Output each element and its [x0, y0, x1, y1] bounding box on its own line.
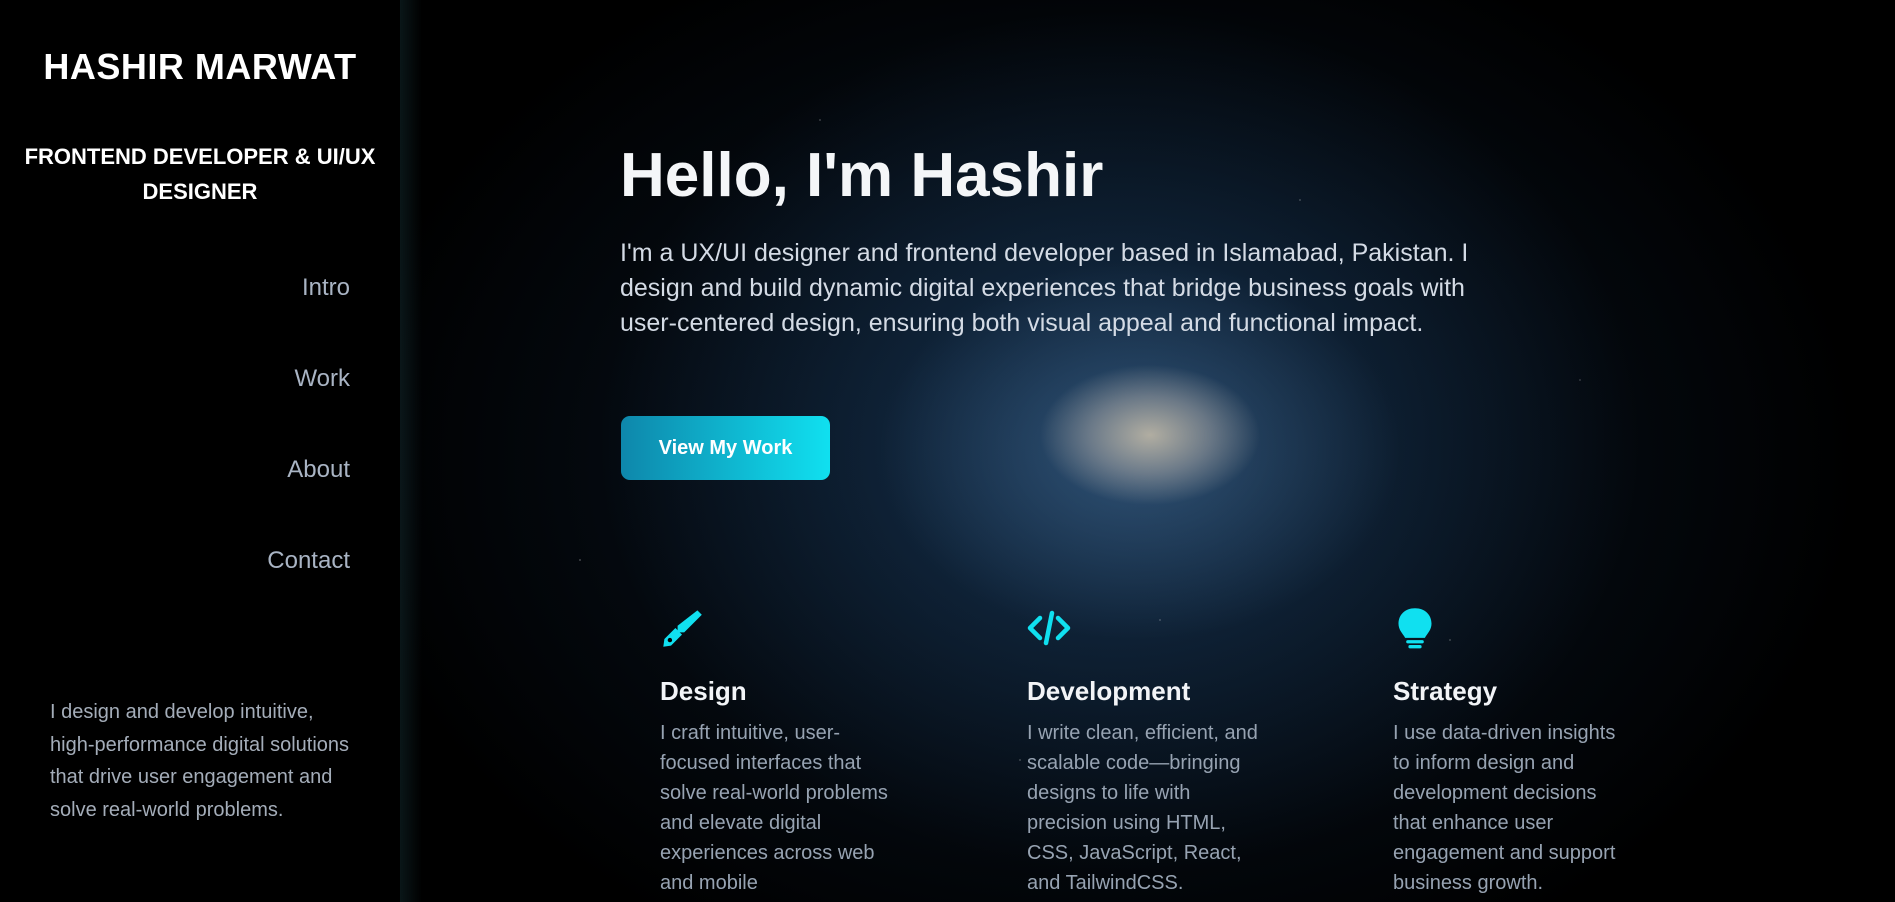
sidebar-blurb: I design and develop intuitive, high-per…: [50, 701, 350, 821]
view-my-work-button[interactable]: View My Work: [621, 416, 830, 480]
service-card-development: Development I write clean, efficient, an…: [1027, 606, 1267, 894]
pen-nib-icon: [663, 610, 702, 647]
sidebar-nav: Intro Work About Contact: [267, 268, 350, 632]
nav-item-work[interactable]: Work: [267, 359, 350, 450]
card-title: Design: [660, 676, 747, 706]
sidebar: HASHIR MARWAT FRONTEND DEVELOPER & UI/UX…: [0, 0, 400, 902]
card-title: Development: [1027, 676, 1191, 706]
service-card-strategy: Strategy I use data-driven insights to i…: [1393, 606, 1633, 894]
nav-item-contact[interactable]: Contact: [267, 541, 350, 632]
code-icon: [1027, 610, 1071, 646]
nav-item-intro[interactable]: Intro: [267, 268, 350, 359]
sidebar-divider: [400, 0, 422, 902]
lightbulb-icon: [1398, 608, 1432, 649]
card-description: I use data-driven insights to inform des…: [1393, 722, 1616, 894]
brand-role: FRONTEND DEVELOPER & UI/UX DESIGNER: [24, 144, 376, 204]
card-description: I write clean, efficient, and scalable c…: [1027, 722, 1258, 894]
hero-description: I'm a UX/UI designer and frontend develo…: [620, 239, 1469, 337]
brand-name: HASHIR MARWAT: [43, 46, 357, 87]
nav-item-about[interactable]: About: [267, 450, 350, 541]
card-title: Strategy: [1393, 676, 1498, 706]
main-content: Hello, I'm Hashir I'm a UX/UI designer a…: [400, 0, 1895, 902]
hero-title: Hello, I'm Hashir: [620, 141, 1104, 210]
service-card-design: Design I craft intuitive, user-focused i…: [660, 606, 900, 894]
card-description: I craft intuitive, user-focused interfac…: [660, 722, 888, 894]
